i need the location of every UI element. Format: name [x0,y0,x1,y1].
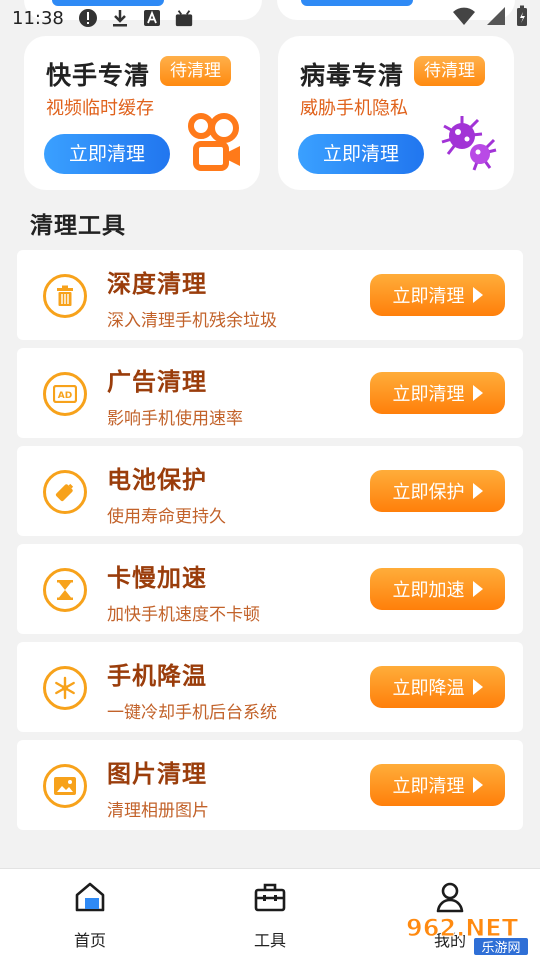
tool-action-button[interactable]: 立即清理 [370,274,505,316]
play-arrow-icon [472,483,483,499]
tool-action-label: 立即降温 [392,678,465,699]
tool-row-deep-clean[interactable]: 深度清理 深入清理手机残余垃圾 立即清理 [17,250,523,340]
play-arrow-icon [472,679,483,695]
play-arrow-icon [472,385,483,401]
clean-now-button[interactable]: 立即清理 [298,134,424,174]
tool-name: 卡慢加速 [107,564,207,592]
snowflake-icon [43,666,87,710]
user-icon [432,879,468,915]
tool-action-button[interactable]: 立即保护 [370,470,505,512]
tool-row-battery[interactable]: 电池保护 使用寿命更持久 立即保护 [17,446,523,536]
signal-icon [486,6,506,30]
watermark-sub: 乐游网 [481,941,520,956]
tool-action-button[interactable]: 立即降温 [370,666,505,708]
site-watermark: 962.NET 乐游网 [404,912,530,956]
trash-icon [43,274,87,318]
pending-badge: 待清理 [414,56,485,86]
download-icon [110,8,130,28]
svg-text:AD: AD [58,391,72,401]
toolbox-icon [252,879,288,915]
pending-badge: 待清理 [160,56,231,86]
virus-icon [438,112,500,174]
play-arrow-icon [472,287,483,303]
kuaishou-logo-icon [184,112,246,174]
tool-action-button[interactable]: 立即加速 [370,568,505,610]
tool-name: 电池保护 [107,466,207,494]
tool-row-ad-clean[interactable]: AD 广告清理 影响手机使用速率 立即清理 [17,348,523,438]
tool-desc: 一键冷却手机后台系统 [107,703,277,723]
watermark-brand: 962.NET [406,914,519,942]
tool-action-label: 立即保护 [392,482,465,503]
tool-name: 图片清理 [107,760,207,788]
status-time: 11:38 [12,7,64,29]
font-icon [142,8,162,28]
tool-row-picture-clean[interactable]: 图片清理 清理相册图片 立即清理 [17,740,523,830]
tool-row-speedup[interactable]: 卡慢加速 加快手机速度不卡顿 立即加速 [17,544,523,634]
nav-item-tools[interactable]: 工具 [225,879,315,951]
kuaishou-clean-card[interactable]: 快手专清 待清理 视频临时缓存 立即清理 [24,36,260,190]
tool-name: 手机降温 [107,662,207,690]
tool-desc: 影响手机使用速率 [107,409,243,429]
wifi-icon [452,6,476,30]
card-subtitle: 视频临时缓存 [46,98,154,119]
home-icon [72,879,108,915]
nav-label: 工具 [253,931,286,950]
tool-action-label: 立即清理 [392,286,465,307]
picture-icon [43,764,87,808]
android-icon [174,8,194,28]
alert-icon [78,8,98,28]
tool-action-label: 立即清理 [392,776,465,797]
tool-desc: 加快手机速度不卡顿 [107,605,260,625]
tool-action-label: 立即加速 [392,580,465,601]
tool-action-button[interactable]: 立即清理 [370,764,505,806]
status-bar: 11:38 [0,0,540,36]
card-subtitle: 威胁手机隐私 [300,98,408,119]
tool-row-cooling[interactable]: 手机降温 一键冷却手机后台系统 立即降温 [17,642,523,732]
play-arrow-icon [472,777,483,793]
tool-desc: 使用寿命更持久 [107,507,226,527]
tool-desc: 深入清理手机残余垃圾 [107,311,277,331]
battery-status-icon [516,5,528,31]
tool-action-button[interactable]: 立即清理 [370,372,505,414]
clean-now-button[interactable]: 立即清理 [44,134,170,174]
tools-section-title: 清理工具 [30,213,126,239]
tool-action-label: 立即清理 [392,384,465,405]
tool-desc: 清理相册图片 [107,801,209,821]
virus-clean-card[interactable]: 病毒专清 待清理 威胁手机隐私 立即清理 [278,36,514,190]
nav-label: 首页 [73,931,106,950]
hourglass-icon [43,568,87,612]
card-title: 病毒专清 [300,61,405,90]
battery-icon [43,470,87,514]
tool-name: 深度清理 [107,270,207,298]
tool-name: 广告清理 [107,368,207,396]
card-title: 快手专清 [46,61,151,90]
ad-icon: AD [43,372,87,416]
nav-item-home[interactable]: 首页 [45,879,135,951]
play-arrow-icon [472,581,483,597]
